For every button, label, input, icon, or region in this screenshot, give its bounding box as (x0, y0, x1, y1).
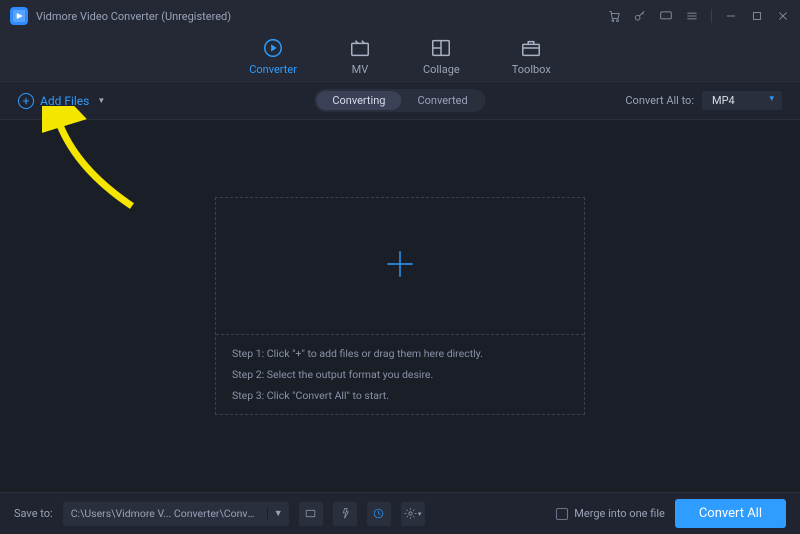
main-area: Step 1: Click "+" to add files or drag t… (0, 120, 800, 492)
collage-icon (430, 37, 452, 59)
feedback-icon[interactable] (659, 9, 673, 23)
main-tabs: Converter MV Collage Toolbox (0, 32, 800, 82)
minimize-button[interactable] (724, 9, 738, 23)
tab-collage[interactable]: Collage (423, 33, 460, 80)
tab-label: Converter (249, 63, 297, 76)
dropzone-add-button[interactable] (216, 198, 584, 334)
toolbox-icon (520, 37, 542, 59)
tab-label: Collage (423, 63, 460, 76)
dropzone-steps: Step 1: Click "+" to add files or drag t… (216, 334, 584, 414)
sub-toolbar: + Add Files ▼ Converting Converted Conve… (0, 82, 800, 120)
step-text: Step 1: Click "+" to add files or drag t… (232, 347, 568, 360)
maximize-button[interactable] (750, 9, 764, 23)
high-speed-button[interactable] (367, 502, 391, 526)
plus-circle-icon: + (18, 93, 34, 109)
convert-all-button[interactable]: Convert All (675, 499, 786, 528)
hardware-accel-button[interactable] (333, 502, 357, 526)
step-text: Step 2: Select the output format you des… (232, 368, 568, 381)
close-button[interactable] (776, 9, 790, 23)
tab-converter[interactable]: Converter (249, 33, 297, 80)
pill-converting[interactable]: Converting (316, 91, 401, 110)
cart-icon[interactable] (607, 9, 621, 23)
merge-label: Merge into one file (574, 507, 665, 520)
step-text: Step 3: Click "Convert All" to start. (232, 389, 568, 402)
dropzone: Step 1: Click "+" to add files or drag t… (215, 197, 585, 415)
bottombar: Save to: C:\Users\Vidmore V... Converter… (0, 492, 800, 534)
tab-mv[interactable]: MV (349, 33, 371, 80)
output-format-select[interactable]: MP4 (702, 91, 782, 110)
chevron-down-icon: ▼ (97, 96, 105, 105)
conversion-state-toggle: Converting Converted (314, 89, 485, 112)
tab-toolbox[interactable]: Toolbox (512, 33, 551, 80)
divider (711, 9, 712, 23)
tab-label: MV (352, 63, 369, 76)
settings-button[interactable]: ▾ (401, 502, 425, 526)
convert-all-to-label: Convert All to: (625, 94, 694, 107)
big-plus-icon (383, 247, 417, 285)
app-logo-icon (10, 7, 28, 25)
add-files-label: Add Files (40, 94, 89, 108)
menu-icon[interactable] (685, 9, 699, 23)
mv-icon (349, 37, 371, 59)
save-path-text: C:\Users\Vidmore V... Converter\Converte… (63, 507, 267, 520)
save-to-label: Save to: (14, 507, 53, 520)
converter-icon (262, 37, 284, 59)
merge-toggle[interactable]: Merge into one file (556, 507, 665, 520)
titlebar: Vidmore Video Converter (Unregistered) (0, 0, 800, 32)
add-files-button[interactable]: + Add Files ▼ (18, 93, 105, 109)
pill-converted[interactable]: Converted (401, 91, 483, 110)
key-icon[interactable] (633, 9, 647, 23)
tab-label: Toolbox (512, 63, 551, 76)
open-folder-button[interactable] (299, 502, 323, 526)
window-title: Vidmore Video Converter (Unregistered) (36, 10, 231, 23)
chevron-down-icon[interactable]: ▼ (267, 508, 289, 519)
save-path-select[interactable]: C:\Users\Vidmore V... Converter\Converte… (63, 502, 289, 526)
checkbox-icon (556, 508, 568, 520)
